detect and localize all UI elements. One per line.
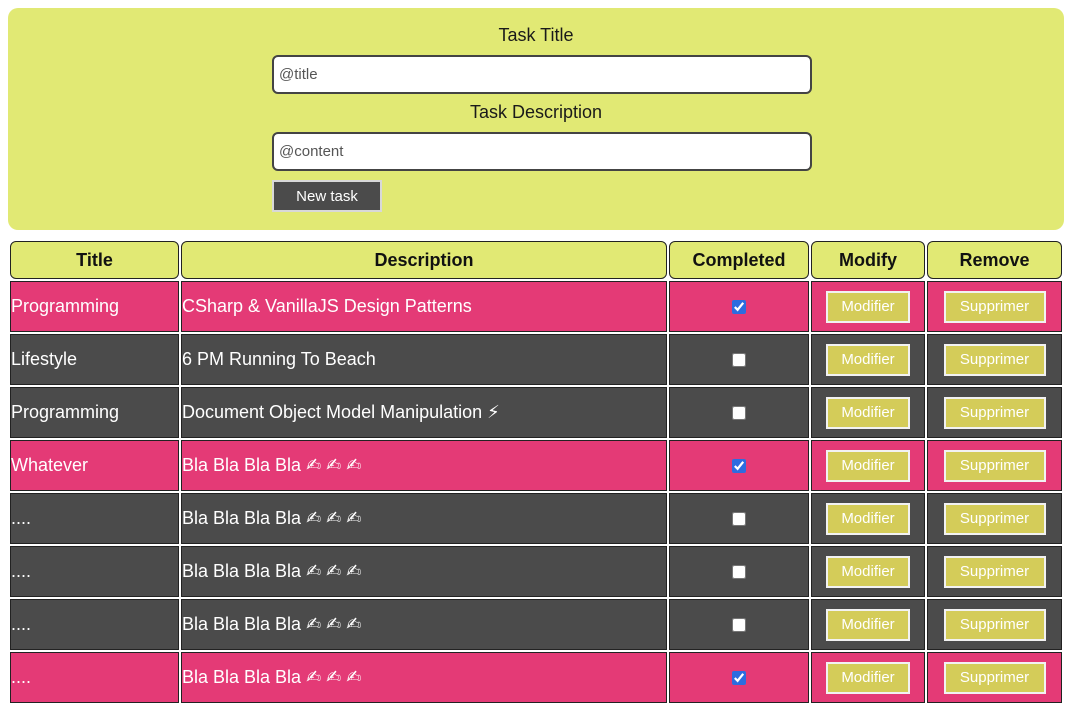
completed-checkbox[interactable]: [732, 671, 746, 686]
header-title: Title: [10, 241, 179, 279]
modify-button[interactable]: Modifier: [826, 502, 910, 535]
completed-cell: [669, 387, 809, 438]
remove-button[interactable]: Supprimer: [943, 343, 1046, 376]
task-description-cell: Bla Bla Bla Bla ✍ ✍ ✍: [181, 652, 667, 703]
task-row: Whatever Bla Bla Bla Bla ✍ ✍ ✍ Modifier Sup…: [10, 440, 1062, 491]
task-description-cell: Bla Bla Bla Bla ✍ ✍ ✍: [181, 599, 667, 650]
task-row: Programming Document Object Model Manipul…: [10, 387, 1062, 438]
completed-checkbox[interactable]: [732, 300, 746, 315]
task-row: .... Bla Bla Bla Bla ✍ ✍ ✍ Modifier Supprim…: [10, 546, 1062, 597]
task-title-cell: ....: [10, 599, 179, 650]
remove-cell: Supprimer: [927, 387, 1062, 438]
task-description-cell: 6 PM Running To Beach: [181, 334, 667, 385]
header-remove: Remove: [927, 241, 1062, 279]
modify-cell: Modifier: [811, 546, 925, 597]
completed-cell: [669, 334, 809, 385]
task-description-cell: Document Object Model Manipulation ⚡: [181, 387, 667, 438]
header-completed: Completed: [669, 241, 809, 279]
remove-cell: Supprimer: [927, 599, 1062, 650]
completed-checkbox[interactable]: [732, 565, 746, 580]
task-title-label: Task Title: [498, 25, 574, 45]
header-modify: Modify: [811, 241, 925, 279]
remove-button[interactable]: Supprimer: [943, 608, 1046, 641]
remove-button[interactable]: Supprimer: [943, 396, 1046, 429]
completed-cell: [669, 599, 809, 650]
task-description-cell: Bla Bla Bla Bla ✍ ✍ ✍: [181, 546, 667, 597]
task-form-panel: Task Title Task Description New task: [8, 8, 1064, 230]
remove-cell: Supprimer: [927, 652, 1062, 703]
task-row: .... Bla Bla Bla Bla ✍ ✍ ✍ Modifier Supprim…: [10, 493, 1062, 544]
completed-checkbox[interactable]: [732, 353, 746, 368]
remove-cell: Supprimer: [927, 546, 1062, 597]
modify-cell: Modifier: [811, 599, 925, 650]
completed-cell: [669, 546, 809, 597]
modify-button[interactable]: Modifier: [826, 396, 910, 429]
modify-button[interactable]: Modifier: [826, 608, 910, 641]
modify-cell: Modifier: [811, 387, 925, 438]
task-title-input[interactable]: [272, 55, 812, 94]
task-title-cell: Programming: [10, 281, 179, 332]
completed-checkbox[interactable]: [732, 406, 746, 421]
task-description-input[interactable]: [272, 132, 812, 171]
modify-cell: Modifier: [811, 281, 925, 332]
completed-cell: [669, 281, 809, 332]
completed-checkbox[interactable]: [732, 618, 746, 633]
remove-cell: Supprimer: [927, 281, 1062, 332]
task-description-label: Task Description: [469, 102, 603, 122]
remove-cell: Supprimer: [927, 440, 1062, 491]
task-row: Programming CSharp & VanillaJS Design Pat…: [10, 281, 1062, 332]
header-description: Description: [181, 241, 667, 279]
task-title-cell: Lifestyle: [10, 334, 179, 385]
task-table: Title Description Completed Modify Remov…: [8, 239, 1064, 705]
modify-button[interactable]: Modifier: [826, 555, 910, 588]
task-row: Lifestyle 6 PM Running To Beach Modifier Su…: [10, 334, 1062, 385]
table-header-row: Title Description Completed Modify Remov…: [10, 241, 1062, 279]
modify-button[interactable]: Modifier: [826, 290, 910, 323]
remove-button[interactable]: Supprimer: [943, 502, 1046, 535]
task-title-cell: ....: [10, 652, 179, 703]
completed-checkbox[interactable]: [732, 512, 746, 527]
remove-button[interactable]: Supprimer: [943, 449, 1046, 482]
completed-checkbox[interactable]: [732, 459, 746, 474]
task-list: Programming CSharp & VanillaJS Design Pat…: [10, 281, 1062, 703]
remove-cell: Supprimer: [927, 334, 1062, 385]
task-title-cell: Whatever: [10, 440, 179, 491]
modify-button[interactable]: Modifier: [826, 449, 910, 482]
remove-cell: Supprimer: [927, 493, 1062, 544]
remove-button[interactable]: Supprimer: [943, 290, 1046, 323]
modify-cell: Modifier: [811, 652, 925, 703]
task-title-cell: Programming: [10, 387, 179, 438]
remove-button[interactable]: Supprimer: [943, 555, 1046, 588]
task-description-cell: Bla Bla Bla Bla ✍ ✍ ✍: [181, 493, 667, 544]
task-description-cell: CSharp & VanillaJS Design Patterns: [181, 281, 667, 332]
task-row: .... Bla Bla Bla Bla ✍ ✍ ✍ Modifier Supprim…: [10, 599, 1062, 650]
task-row: .... Bla Bla Bla Bla ✍ ✍ ✍ Modifier Supprim…: [10, 652, 1062, 703]
completed-cell: [669, 652, 809, 703]
task-description-cell: Bla Bla Bla Bla ✍ ✍ ✍: [181, 440, 667, 491]
task-title-cell: ....: [10, 493, 179, 544]
modify-button[interactable]: Modifier: [826, 661, 910, 694]
modify-cell: Modifier: [811, 440, 925, 491]
modify-cell: Modifier: [811, 334, 925, 385]
new-task-button[interactable]: New task: [272, 180, 382, 212]
task-title-cell: ....: [10, 546, 179, 597]
modify-button[interactable]: Modifier: [826, 343, 910, 376]
remove-button[interactable]: Supprimer: [943, 661, 1046, 694]
completed-cell: [669, 493, 809, 544]
modify-cell: Modifier: [811, 493, 925, 544]
completed-cell: [669, 440, 809, 491]
